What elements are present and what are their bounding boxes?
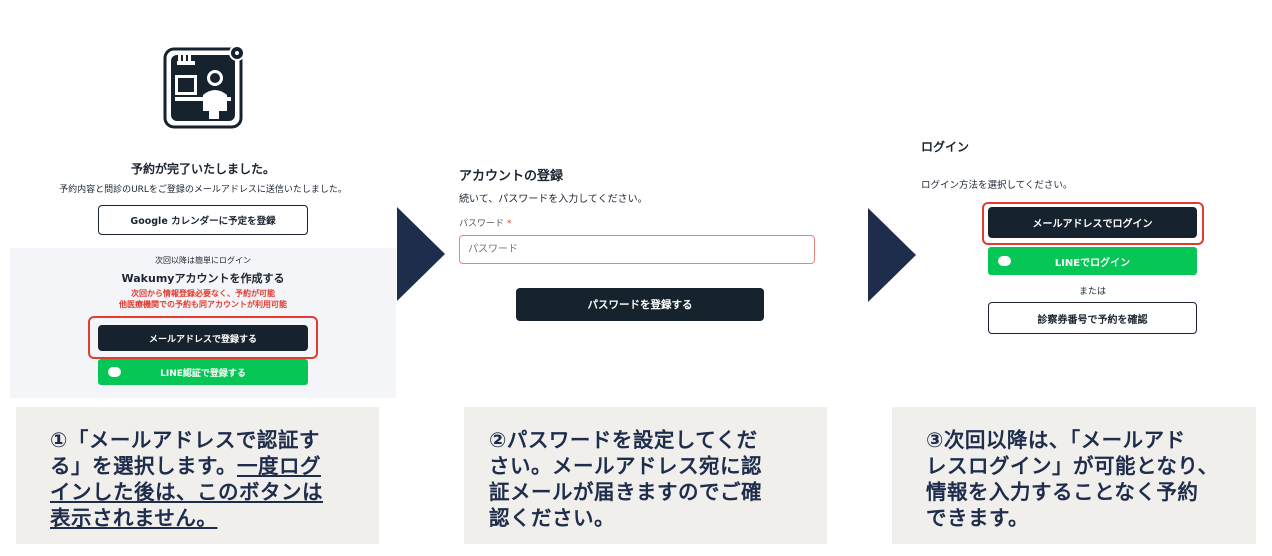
- account-register-title: アカウントの登録: [459, 169, 564, 184]
- login-subtitle: ログイン方法を選択してください。: [921, 180, 1073, 191]
- ticket-number-button[interactable]: 診察券番号で予約を確認: [988, 302, 1197, 334]
- register-password-button[interactable]: パスワードを登録する: [516, 288, 764, 321]
- line-login-button[interactable]: LINEでログイン: [988, 247, 1197, 275]
- caption-2-line-1: ②パスワードを設定してくだ: [489, 428, 758, 452]
- line-icon: [108, 367, 121, 377]
- line-register-button[interactable]: LINE認証で登録する: [98, 359, 308, 385]
- caption-2-line-3: 証メールが届きますのでご確: [489, 480, 762, 504]
- promo-red-text-2: 他医療機関での予約も同アカウントが利用可能: [119, 300, 287, 309]
- google-calendar-button[interactable]: Google カレンダーに予定を登録: [98, 205, 308, 235]
- reservation-complete-subtitle: 予約内容と問診のURLをご登録のメールアドレスに送信いたしました。: [59, 185, 347, 195]
- caption-1-line-2-plain: る」を選択します。: [50, 454, 237, 478]
- caption-2-line-2: さい。メールアドレス宛に認: [489, 454, 762, 478]
- line-icon: [998, 256, 1011, 266]
- caption-1: ①「メールアドレスで認証す る」を選択します。一度ログ インした後は、このボタン…: [50, 427, 370, 531]
- password-input[interactable]: [459, 235, 815, 264]
- caption-3-line-2: レスログイン」が可能となり、: [926, 454, 1219, 478]
- reservation-complete-title: 予約が完了いたしました。: [130, 162, 275, 176]
- caption-3-line-3: 情報を入力することなく予約: [926, 480, 1199, 504]
- promo-title: Wakumyアカウントを作成する: [121, 272, 285, 285]
- caption-1-line-3: インした後は、このボタンは: [50, 480, 323, 504]
- caption-2-line-4: 認ください。: [489, 506, 615, 530]
- required-mark: *: [506, 219, 512, 229]
- promo-red-text-1: 次回から情報登録必要なく、予約が可能: [131, 289, 275, 298]
- caption-1-line-1: ①「メールアドレスで認証す: [50, 428, 320, 452]
- caption-3: ③次回以降は、「メールアド レスログイン」が可能となり、 情報を入力することなく…: [926, 427, 1246, 531]
- caption-1-line-4: 表示されません。: [50, 506, 218, 530]
- caption-3-line-1: ③次回以降は、「メールアド: [926, 428, 1186, 452]
- account-register-subtitle: 続いて、パスワードを入力してください。: [459, 194, 648, 205]
- step-arrow-icon: [868, 208, 916, 302]
- step-arrow-icon: [397, 207, 445, 301]
- email-register-button[interactable]: メールアドレスで登録する: [98, 325, 308, 351]
- caption-1-line-2-underline: 一度ログ: [236, 454, 321, 478]
- caption-2: ②パスワードを設定してくだ さい。メールアドレス宛に認 証メールが届きますのでご…: [489, 427, 809, 531]
- password-label: パスワード *: [459, 216, 511, 229]
- email-login-button[interactable]: メールアドレスでログイン: [988, 207, 1197, 238]
- line-register-label: LINE認証で登録する: [160, 368, 246, 379]
- promo-small-text: 次回以降は簡単にログイン: [155, 256, 251, 265]
- reservation-illustration: [163, 45, 245, 130]
- password-label-text: パスワード: [459, 219, 505, 229]
- login-title: ログイン: [921, 140, 970, 154]
- line-login-label: LINEでログイン: [1054, 257, 1131, 269]
- caption-3-line-4: できます。: [926, 506, 1029, 530]
- caption-1-line-2: る」を選択します。一度ログ: [50, 453, 370, 479]
- or-divider-text: または: [1078, 287, 1106, 297]
